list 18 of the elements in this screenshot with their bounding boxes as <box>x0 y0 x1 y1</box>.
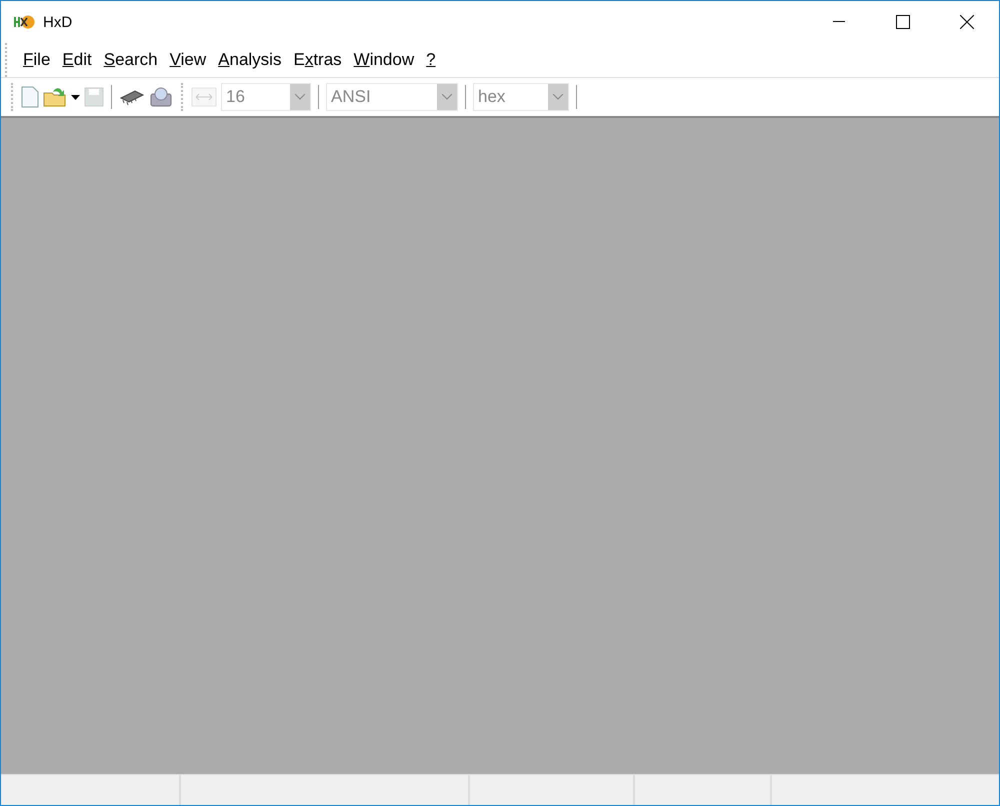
menu-item[interactable]: ? <box>420 48 442 72</box>
chevron-icon <box>437 84 457 110</box>
dropdown-caret-icon[interactable] <box>71 94 80 100</box>
chevron-icon <box>548 84 568 110</box>
window-title: HxD <box>43 14 74 30</box>
menu-item[interactable]: Search <box>98 48 164 72</box>
menu-item[interactable]: Extras <box>287 48 348 72</box>
app-logo-icon <box>13 14 35 30</box>
minimize-icon[interactable] <box>833 21 845 23</box>
chevron-icon <box>290 84 310 110</box>
menu-item[interactable]: Analysis <box>212 48 288 72</box>
close-icon[interactable] <box>960 15 974 29</box>
memory-chip-icon[interactable] <box>119 88 145 106</box>
menu-item[interactable]: File <box>17 48 56 72</box>
menu-item[interactable]: Window <box>348 48 420 72</box>
menu-item[interactable]: View <box>164 48 212 72</box>
maximize-icon[interactable] <box>896 15 910 29</box>
menu-item[interactable]: Edit <box>56 48 98 72</box>
